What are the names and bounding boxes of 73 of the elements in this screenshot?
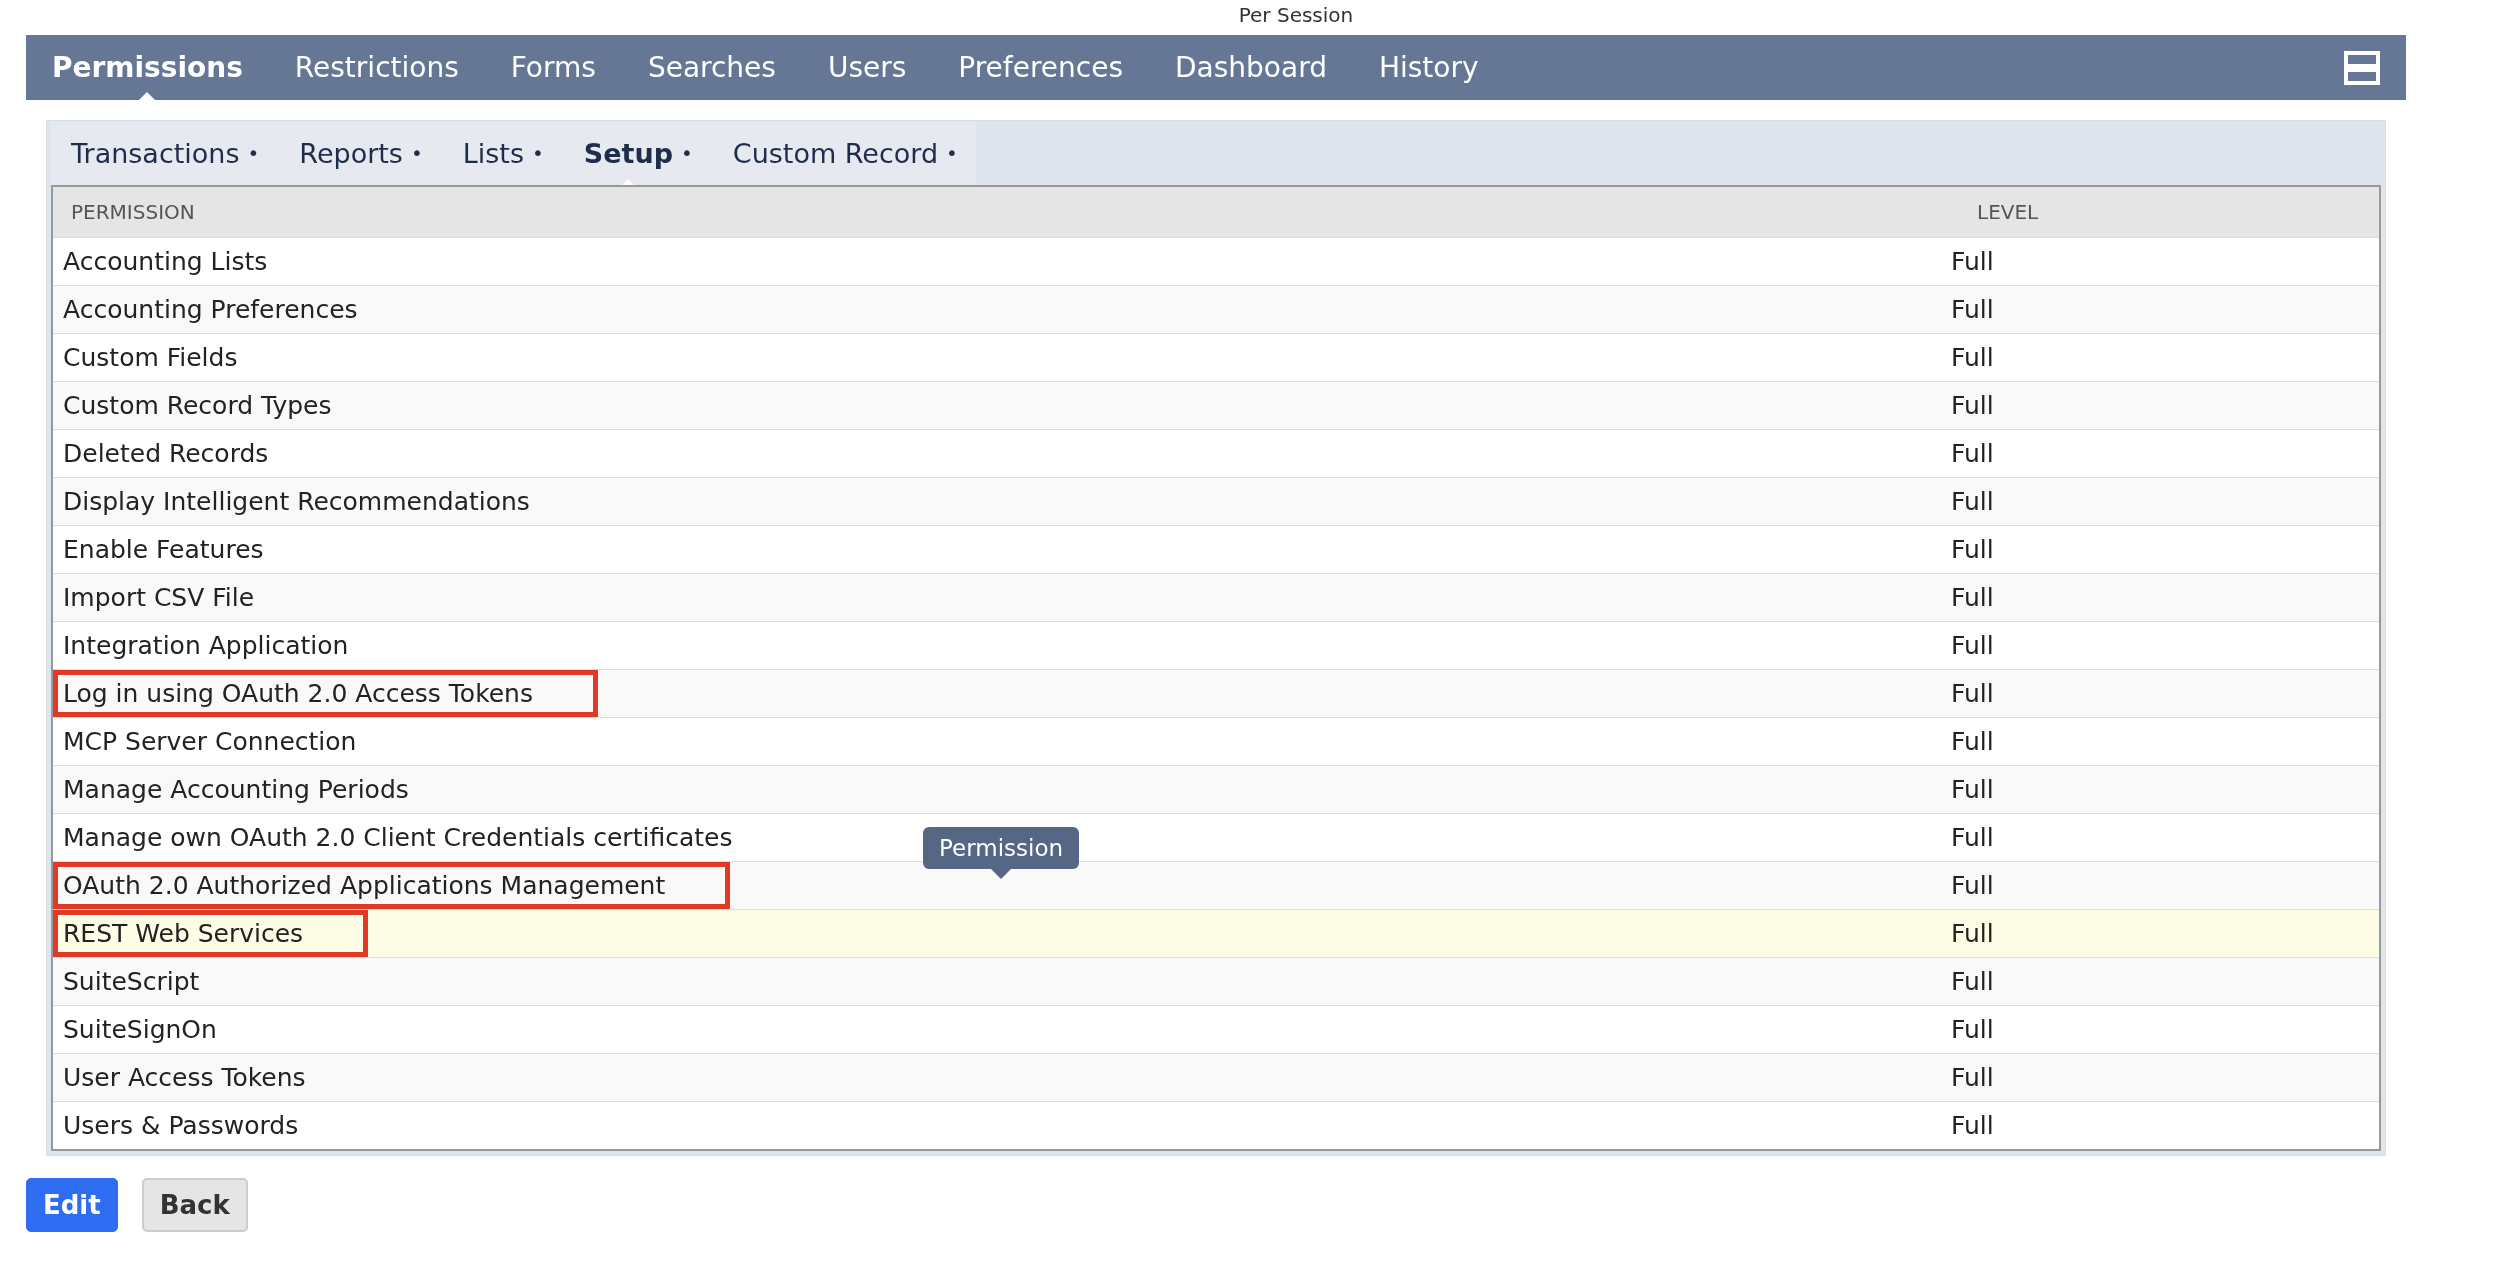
table-cell-text: Full: [1951, 391, 1995, 420]
table-cell-text: Full: [1951, 871, 1995, 900]
table-cell-text: Full: [1951, 919, 1995, 948]
main-tab[interactable]: Dashboard: [1175, 51, 1327, 84]
table-cell: User Access Tokens: [63, 1063, 306, 1092]
table-cell: Deleted Records: [63, 439, 269, 468]
table-cell-text: Full: [1951, 487, 1995, 516]
table-row[interactable]: Custom Record Types Full: [53, 381, 2379, 429]
table-row[interactable]: REST Web Services Full: [53, 909, 2379, 957]
table-cell: OAuth 2.0 Authorized Applications Management: [53, 862, 731, 909]
table-row[interactable]: SuiteScript Full: [53, 957, 2379, 1005]
table-cell-text: Full: [1951, 439, 1995, 468]
back-button[interactable]: Back: [141, 1178, 248, 1232]
main-tab[interactable]: Restrictions: [294, 51, 459, 84]
table-cell-text: Full: [1951, 775, 1995, 804]
main-tab[interactable]: Searches: [647, 51, 776, 84]
table-cell-text: Full: [1951, 295, 1995, 324]
subtab-marker: •: [531, 141, 544, 165]
main-tab[interactable]: Preferences: [958, 51, 1123, 84]
table-cell-text: Full: [1951, 967, 1995, 996]
table-cell: SuiteSignOn: [63, 1015, 217, 1044]
table-cell: SuiteScript: [63, 967, 200, 996]
table-cell: Integration Application: [63, 631, 349, 660]
main-tab[interactable]: Forms: [510, 51, 596, 84]
table-cell: Display Intelligent Recommendations: [63, 487, 530, 516]
table-row[interactable]: Manage Accounting Periods Full: [53, 765, 2379, 813]
main-tab[interactable]: History: [1378, 51, 1479, 84]
table-cell: Users & Passwords: [63, 1111, 299, 1140]
subtab-marker: •: [247, 141, 260, 165]
subtab-marker: •: [946, 141, 958, 165]
table-cell-text: Full: [1951, 1015, 1995, 1044]
main-tab[interactable]: Users: [827, 51, 907, 84]
table-cell-text: Full: [1951, 727, 1995, 756]
table-row[interactable]: Display Intelligent Recommendations Full: [53, 477, 2379, 525]
main-tab[interactable]: Permissions: [52, 51, 243, 84]
table-cell: Import CSV File: [63, 583, 255, 612]
table-cell-text: Full: [1951, 1111, 1995, 1140]
table-cell: Manage Accounting Periods: [63, 775, 409, 804]
edit-button[interactable]: Edit: [26, 1178, 118, 1232]
tooltip-arrow: [991, 869, 1012, 879]
table-cell-text: Full: [1951, 1063, 1995, 1092]
menu-icon[interactable]: [2344, 49, 2380, 86]
table-row[interactable]: Log in using OAuth 2.0 Access Tokens Full: [53, 669, 2379, 717]
table-cell-text: Full: [1951, 679, 1995, 708]
subtab[interactable]: Transactions: [71, 137, 240, 169]
table-cell: Custom Fields: [63, 343, 238, 372]
table-row[interactable]: Accounting Preferences Full: [53, 285, 2379, 333]
subtab[interactable]: Setup: [583, 137, 673, 169]
table-cell: Accounting Preferences: [63, 295, 358, 324]
table-cell-text: Full: [1951, 583, 1995, 612]
table-cell: Enable Features: [63, 535, 264, 564]
table-cell: REST Web Services: [53, 910, 369, 957]
subtab[interactable]: Lists: [462, 137, 524, 169]
table-row[interactable]: Import CSV File Full: [53, 573, 2379, 621]
table-cell: Manage own OAuth 2.0 Client Credentials certificates: [63, 823, 733, 852]
table-cell-text: Full: [1951, 247, 1995, 276]
table-cell-text: Full: [1951, 343, 1995, 372]
column-header: LEVEL: [1976, 200, 2040, 224]
table-row[interactable]: User Access Tokens Full: [53, 1053, 2379, 1101]
table-cell: Custom Record Types: [63, 391, 332, 420]
page-caption: Per Session: [1238, 2, 1354, 29]
table-cell: MCP Server Connection: [63, 727, 357, 756]
column-header: PERMISSION: [70, 200, 196, 224]
table-cell-text: Full: [1951, 631, 1995, 660]
subtab[interactable]: Reports: [299, 137, 403, 169]
table-cell: Accounting Lists: [63, 247, 268, 276]
subtab-marker: •: [681, 141, 693, 165]
table-cell-text: Full: [1951, 823, 1995, 852]
table-cell: Log in using OAuth 2.0 Access Tokens: [53, 670, 598, 717]
table-row[interactable]: OAuth 2.0 Authorized Applications Management Full: [53, 861, 2379, 909]
subtab[interactable]: Custom Record: [732, 137, 939, 169]
table-cell-text: Full: [1951, 535, 1995, 564]
subtab-marker: •: [410, 141, 423, 165]
